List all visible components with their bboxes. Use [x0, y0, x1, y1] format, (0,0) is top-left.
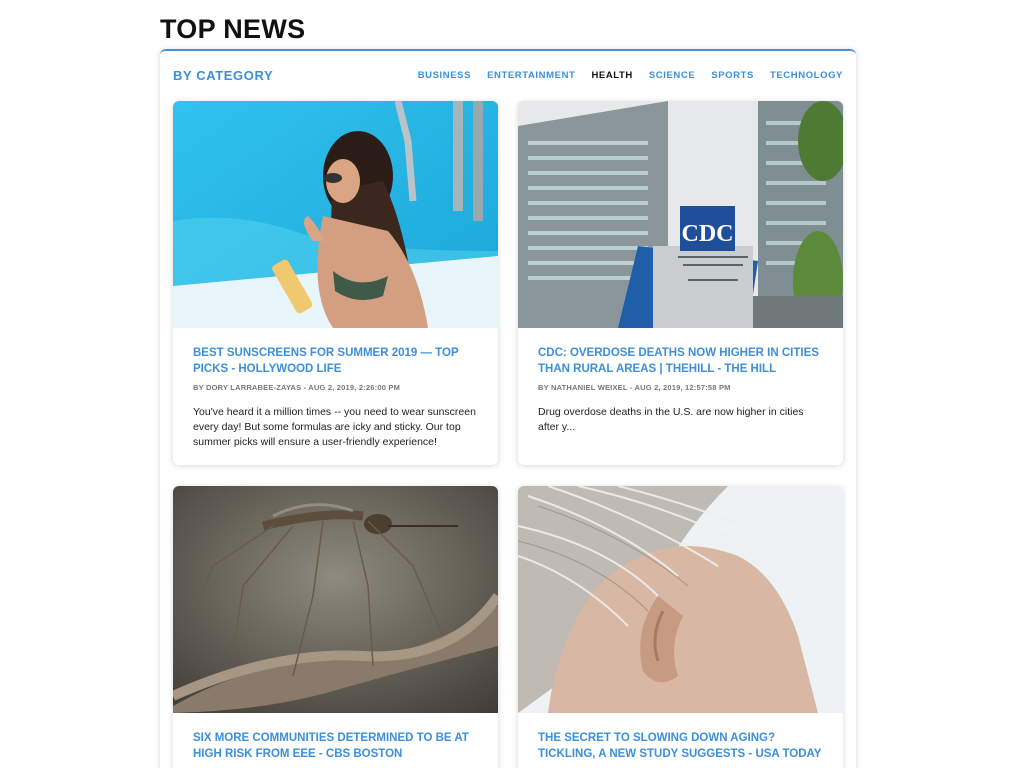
article-card[interactable]: THE SECRET TO SLOWING DOWN AGING? TICKLI… [518, 486, 843, 768]
tab-technology[interactable]: TECHNOLOGY [770, 70, 843, 81]
article-meta: BY NATHANIEL WEIXEL - AUG 2, 2019, 12:57… [538, 383, 823, 392]
article-author: BY DORY LARRABEE-ZAYAS [193, 383, 302, 392]
article-body: CDC: OVERDOSE DEATHS NOW HIGHER IN CITIE… [518, 328, 843, 451]
tab-entertainment[interactable]: ENTERTAINMENT [487, 70, 575, 81]
article-body: BEST SUNSCREENS FOR SUMMER 2019 — TOP PI… [173, 328, 498, 465]
article-date: - AUG 2, 2019, 2:26:00 PM [303, 383, 401, 392]
article-date: - AUG 2, 2019, 12:57:58 PM [629, 383, 731, 392]
page-title: TOP NEWS [160, 14, 306, 44]
panel-header: BY CATEGORY BUSINESS ENTERTAINMENT HEALT… [173, 65, 843, 85]
category-heading: BY CATEGORY [173, 67, 274, 83]
article-author: BY NATHANIEL WEIXEL [538, 383, 628, 392]
sunscreen-image[interactable] [173, 101, 498, 328]
article-body: SIX MORE COMMUNITIES DETERMINED TO BE AT… [173, 713, 498, 768]
category-nav: BUSINESS ENTERTAINMENT HEALTH SCIENCE SP… [402, 70, 843, 81]
mosquito-image[interactable] [173, 486, 498, 713]
article-card[interactable]: BEST SUNSCREENS FOR SUMMER 2019 — TOP PI… [173, 101, 498, 465]
news-panel: BY CATEGORY BUSINESS ENTERTAINMENT HEALT… [160, 49, 856, 768]
article-title[interactable]: SIX MORE COMMUNITIES DETERMINED TO BE AT… [193, 731, 478, 762]
article-title[interactable]: BEST SUNSCREENS FOR SUMMER 2019 — TOP PI… [193, 346, 478, 377]
article-card[interactable]: SIX MORE COMMUNITIES DETERMINED TO BE AT… [173, 486, 498, 768]
article-description: You've heard it a million times -- you n… [193, 406, 476, 448]
article-card[interactable]: CDC CDC: OVERDOSE DEATHS NOW HIGHER IN C… [518, 101, 843, 465]
cdc-building-image[interactable]: CDC [518, 101, 843, 328]
article-body: THE SECRET TO SLOWING DOWN AGING? TICKLI… [518, 713, 843, 768]
article-title[interactable]: CDC: OVERDOSE DEATHS NOW HIGHER IN CITIE… [538, 346, 823, 377]
tab-sports[interactable]: SPORTS [711, 70, 754, 81]
article-description: Drug overdose deaths in the U.S. are now… [538, 406, 804, 433]
article-meta: BY DORY LARRABEE-ZAYAS - AUG 2, 2019, 2:… [193, 383, 478, 392]
tab-science[interactable]: SCIENCE [649, 70, 695, 81]
article-title[interactable]: THE SECRET TO SLOWING DOWN AGING? TICKLI… [538, 731, 823, 762]
tab-health[interactable]: HEALTH [591, 70, 632, 81]
elderly-ear-image[interactable] [518, 486, 843, 713]
tab-business[interactable]: BUSINESS [418, 70, 471, 81]
svg-text:CDC: CDC [682, 221, 734, 247]
